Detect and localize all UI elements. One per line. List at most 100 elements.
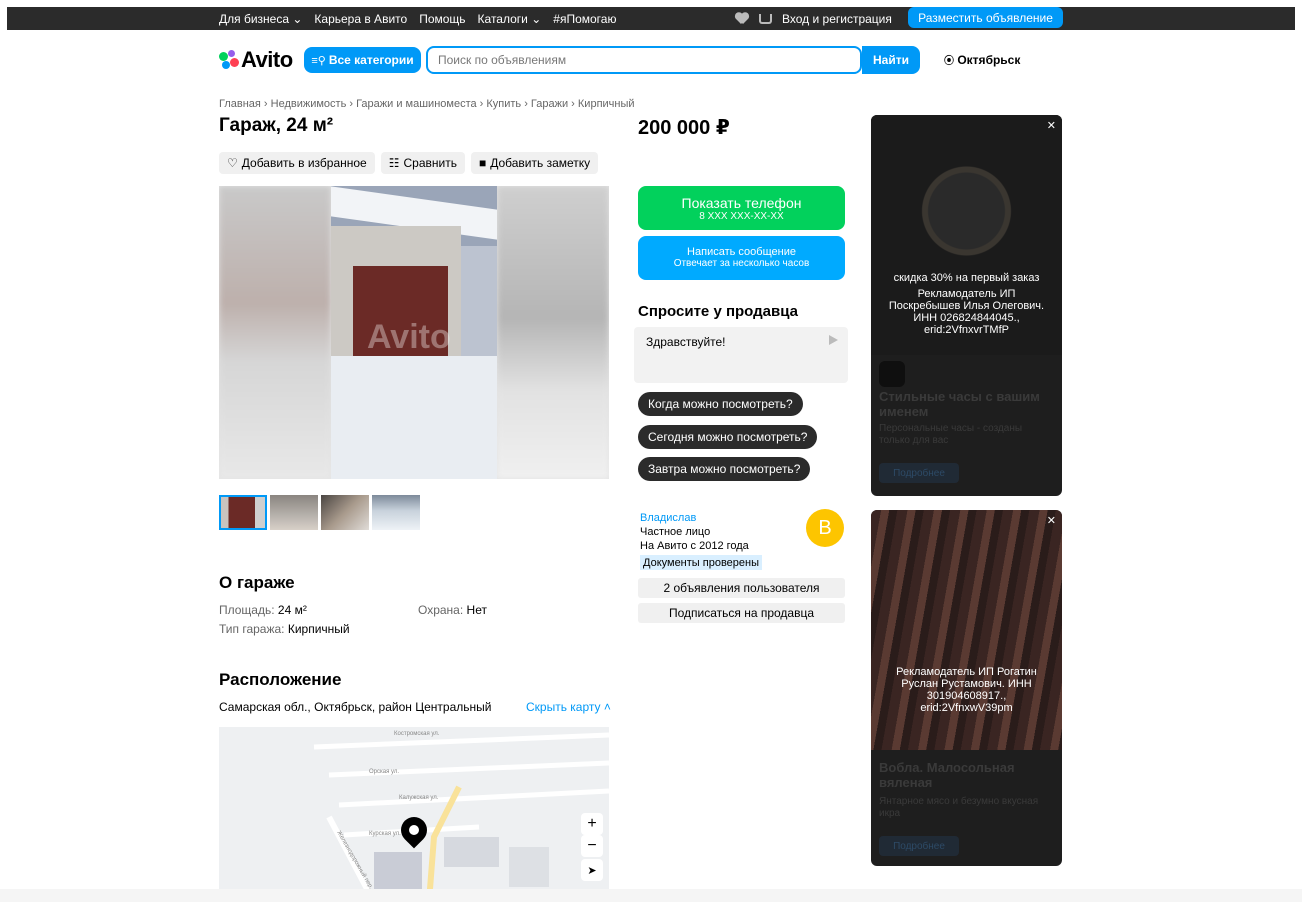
show-phone-button[interactable]: Показать телефон 8 XXX XXX-XX-XX — [638, 186, 845, 230]
ad-more-button[interactable]: Подробнее — [879, 836, 959, 856]
ad-overlay-line: 301904608917., — [926, 690, 1007, 702]
compare-icon: ☷ — [388, 156, 400, 170]
compare-button[interactable]: ☷ Сравнить — [380, 152, 465, 174]
ask-seller-input[interactable]: Здравствуйте! — [634, 327, 848, 383]
ad-image — [871, 510, 1062, 750]
avito-logo[interactable]: Avito — [219, 47, 293, 73]
property-security: Охрана: Нет — [418, 603, 487, 617]
cart-icon[interactable] — [759, 13, 772, 24]
heart-icon[interactable] — [735, 13, 749, 25]
location-heading: Расположение — [219, 670, 342, 689]
top-bar: Для бизнеса ⌄ Карьера в Авито Помощь Кат… — [7, 7, 1295, 30]
ad-overlay-line: Поскребышев Илья Олегович. — [888, 300, 1045, 312]
quick-question-button[interactable]: Завтра можно посмотреть? — [638, 457, 811, 481]
top-link-business[interactable]: Для бизнеса ⌄ — [219, 12, 302, 26]
quick-question-button[interactable]: Сегодня можно посмотреть? — [638, 425, 818, 449]
subscribe-seller-button[interactable]: Подписаться на продавца — [638, 603, 845, 623]
page-title: Гараж, 24 м² — [219, 115, 334, 136]
ad-more-button[interactable]: Подробнее — [879, 463, 959, 483]
ad-overlay-line: скидка 30% на первый заказ — [893, 272, 1040, 284]
note-icon: ■ — [478, 156, 487, 170]
ad-brand-icon — [879, 361, 905, 387]
map[interactable]: Костромская ул. Орская ул. Калужская ул.… — [219, 727, 609, 902]
top-link-help[interactable]: Помощь — [419, 12, 465, 26]
price: 200 000 ₽ — [638, 117, 730, 139]
add-note-label: Добавить заметку — [490, 156, 591, 170]
thumbnail[interactable] — [321, 495, 369, 530]
zoom-out-button[interactable]: − — [581, 835, 603, 857]
logo-text: Avito — [241, 47, 293, 72]
quick-question-button[interactable]: Когда можно посмотреть? — [638, 392, 803, 416]
city-label: Октябрьск — [957, 53, 1021, 67]
seller-type: Частное лицо — [640, 526, 711, 538]
street-label: Калужская ул. — [399, 795, 439, 801]
page-bottom — [0, 889, 1302, 902]
ad-overlay-line: Рекламодатель ИП — [917, 288, 1016, 300]
ad-overlay-line: erid:2VfnxvrTMfP — [924, 324, 1009, 336]
search-input[interactable]: Поиск по объявлениям — [426, 46, 862, 74]
phone-mask: 8 XXX XXX-XX-XX — [699, 211, 784, 222]
breadcrumb[interactable]: Главная › Недвижимость › Гаражи и машино… — [219, 98, 635, 110]
all-categories-button[interactable]: ≡⚲ Все категории — [304, 47, 421, 73]
security-value: Нет — [466, 603, 487, 617]
thumbnail[interactable] — [372, 495, 420, 530]
listing-actions: ♡ Добавить в избранное ☷ Сравнить ■ Доба… — [219, 152, 599, 174]
search-icon: ≡⚲ — [311, 54, 326, 67]
heart-outline-icon: ♡ — [227, 156, 238, 170]
close-icon[interactable]: ✕ — [1047, 119, 1056, 132]
avatar[interactable]: В — [806, 509, 844, 547]
login-link[interactable]: Вход и регистрация — [782, 12, 892, 26]
top-link-career[interactable]: Карьера в Авито — [314, 12, 407, 26]
ad-title: Вобла. Малосольная вяленая — [879, 760, 1015, 790]
ad-overlay-line: Руслан Рустамович. ИНН — [901, 678, 1032, 690]
gallery-blur-left — [219, 186, 331, 479]
navigation-arrow-icon[interactable]: ➤ — [581, 859, 603, 881]
security-label: Охрана: — [418, 603, 464, 617]
ad-overlay-line: ИНН 026824844045., — [913, 312, 1020, 324]
gallery-blur-right — [497, 186, 609, 479]
ad-banner[interactable]: ✕ скидка 30% на первый заказ Рекламодате… — [871, 115, 1062, 496]
city-selector[interactable]: ⦿ Октябрьск — [944, 52, 1020, 67]
add-note-button[interactable]: ■ Добавить заметку — [470, 152, 599, 174]
ask-seller-heading: Спросите у продавца — [638, 303, 798, 320]
area-label: Площадь: — [219, 603, 275, 617]
ad-text: Персональные часы - созданы только для в… — [879, 423, 1023, 446]
find-button[interactable]: Найти — [862, 46, 920, 74]
top-right: Вход и регистрация — [735, 7, 892, 30]
street-label: Курская ул. — [369, 831, 401, 837]
ad-overlay-line: erid:2VfnxwV39pm — [920, 702, 1013, 714]
verified-badge: Документы проверены — [640, 555, 763, 570]
thumbnail[interactable] — [219, 495, 267, 530]
seller-listings-button[interactable]: 2 объявления пользователя — [638, 578, 845, 598]
seller-name-link[interactable]: Владислав — [640, 512, 696, 524]
property-type: Тип гаража: Кирпичный — [219, 622, 350, 636]
add-favorite-button[interactable]: ♡ Добавить в избранное — [219, 152, 375, 174]
zoom-in-button[interactable]: + — [581, 813, 603, 835]
top-link-catalogs[interactable]: Каталоги ⌄ — [478, 12, 542, 26]
all-categories-label: Все категории — [328, 53, 414, 67]
ask-seller-text: Здравствуйте! — [646, 335, 726, 349]
about-heading: О гараже — [219, 573, 295, 592]
street-label: Орская ул. — [369, 769, 399, 775]
ad-overlay-line: Рекламодатель ИП Рогатин — [896, 666, 1037, 678]
map-canvas: Костромская ул. Орская ул. Калужская ул.… — [219, 727, 609, 902]
type-value: Кирпичный — [287, 622, 350, 636]
close-icon[interactable]: ✕ — [1047, 514, 1056, 527]
address: Самарская обл., Октябрьск, район Централ… — [219, 700, 492, 714]
street-label: Костромская ул. — [394, 731, 440, 737]
thumbnail[interactable] — [270, 495, 318, 530]
thumbnails — [219, 495, 420, 530]
ad-banner[interactable]: ✕ Рекламодатель ИП Рогатин Руслан Рустам… — [871, 510, 1062, 866]
seller-since: На Авито с 2012 года — [640, 540, 749, 552]
photo-gallery[interactable]: Avito — [219, 186, 609, 479]
place-ad-button[interactable]: Разместить объявление — [908, 7, 1063, 28]
location-pin-icon: ⦿ — [944, 56, 954, 67]
ad-title: Стильные часы с вашим именем — [879, 389, 1040, 419]
logo-dots-icon — [219, 50, 239, 70]
ad-text: Янтарное мясо и безумно вкусная икра — [879, 796, 1039, 819]
top-link-help-hashtag[interactable]: #яПомогаю — [553, 12, 616, 26]
write-message-button[interactable]: Написать сообщение Отвечает за несколько… — [638, 236, 845, 280]
write-message-label: Написать сообщение — [687, 246, 796, 258]
send-icon[interactable] — [829, 335, 838, 345]
hide-map-link[interactable]: Скрыть карту ˄ — [526, 700, 611, 714]
